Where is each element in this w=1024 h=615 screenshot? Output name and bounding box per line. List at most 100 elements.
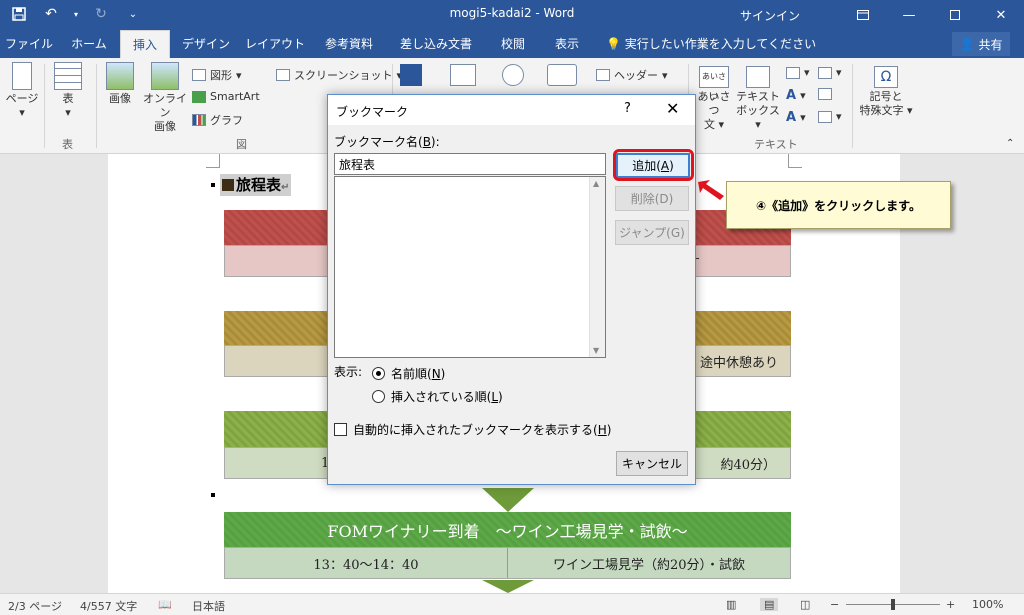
text-group-label: テキスト bbox=[754, 138, 798, 151]
object-icon bbox=[818, 110, 832, 123]
omega-icon: Ω bbox=[874, 66, 898, 88]
heading-square-icon bbox=[222, 179, 234, 191]
status-bar: 2/3 ページ 4/557 文字 📖 日本語 ▥ ▤ ◫ − + 100% bbox=[0, 593, 1024, 615]
tab-insert[interactable]: 挿入 bbox=[120, 30, 170, 58]
dropcap-button[interactable]: A ▾ bbox=[786, 110, 806, 125]
online-video-button[interactable] bbox=[448, 64, 478, 88]
word-count[interactable]: 4/557 文字 bbox=[80, 598, 137, 614]
delete-button[interactable]: 削除(D) bbox=[615, 186, 689, 211]
margin-mark-left bbox=[206, 154, 220, 168]
signature-button[interactable]: ▾ bbox=[818, 66, 842, 79]
ribbon-display-options-icon[interactable] bbox=[840, 0, 886, 30]
smartart-button[interactable]: SmartArt bbox=[192, 90, 260, 103]
radio-unselected-icon bbox=[372, 390, 385, 403]
tab-review[interactable]: 校閲 bbox=[492, 30, 534, 58]
smartart-icon bbox=[192, 90, 206, 103]
table-button[interactable]: 表 ▾ bbox=[50, 62, 86, 120]
band-4-title: FOMワイナリー到着 ～ワイン工場見学・試飲～ bbox=[224, 512, 791, 548]
tab-design[interactable]: デザイン bbox=[176, 30, 236, 58]
tell-me-box[interactable]: 💡 実行したい作業を入力してください bbox=[606, 30, 816, 58]
header-icon bbox=[596, 69, 610, 81]
maximize-icon[interactable] bbox=[932, 0, 978, 30]
illustrations-group-label: 図 bbox=[236, 138, 247, 151]
sort-by-name-label: 名前順(N) bbox=[391, 365, 445, 382]
print-layout-icon[interactable]: ▤ bbox=[760, 598, 779, 611]
table-group-label: 表 bbox=[62, 138, 73, 151]
symbols-label-1: 記号と bbox=[869, 90, 903, 103]
bookmark-list[interactable]: ▲ ▼ bbox=[334, 176, 606, 358]
sort-location-key: L bbox=[491, 390, 499, 404]
bookmark-name-label: ブックマーク名(B): bbox=[334, 133, 440, 150]
store-button[interactable] bbox=[398, 64, 424, 88]
language[interactable]: 日本語 bbox=[192, 598, 225, 614]
hidden-pre: 自動的に挿入されたブックマークを表示する( bbox=[353, 423, 598, 437]
scroll-up-icon[interactable]: ▲ bbox=[593, 179, 599, 188]
shapes-button[interactable]: 図形 ▾ bbox=[192, 67, 242, 83]
tab-layout[interactable]: レイアウト bbox=[244, 30, 306, 58]
sort-name-post: ) bbox=[440, 367, 446, 381]
textbox-label-2: ボックス bbox=[736, 104, 780, 117]
sort-by-location-label: 挿入されている順(L) bbox=[391, 388, 503, 405]
proofing-icon[interactable]: 📖 bbox=[158, 598, 172, 611]
tab-file[interactable]: ファイル bbox=[4, 30, 54, 58]
textbox-label-1: テキスト bbox=[736, 90, 780, 103]
signin-link[interactable]: サインイン bbox=[740, 7, 800, 24]
tab-home[interactable]: ホーム bbox=[62, 30, 116, 58]
web-layout-icon[interactable]: ◫ bbox=[800, 598, 810, 611]
tell-me-text: 実行したい作業を入力してください bbox=[624, 37, 817, 51]
link-button[interactable] bbox=[498, 64, 528, 88]
close-window-icon[interactable]: ✕ bbox=[978, 0, 1024, 30]
pages-button[interactable]: ページ ▾ bbox=[4, 62, 40, 120]
flow-arrow-1 bbox=[482, 488, 534, 512]
zoom-out-icon[interactable]: − bbox=[830, 598, 839, 611]
radio-selected-icon bbox=[372, 367, 385, 380]
datetime-button[interactable] bbox=[818, 88, 832, 100]
hidden-post: ) bbox=[606, 423, 612, 437]
sort-location-post: ) bbox=[498, 390, 503, 404]
tab-references[interactable]: 参考資料 bbox=[318, 30, 380, 58]
online-picture-button[interactable]: オンライン 画像 bbox=[140, 62, 190, 134]
help-icon[interactable]: ? bbox=[624, 101, 631, 116]
zoom-slider-thumb[interactable] bbox=[891, 599, 895, 610]
zoom-level[interactable]: 100% bbox=[972, 598, 1003, 611]
list-scrollbar[interactable]: ▲ ▼ bbox=[589, 177, 605, 357]
checkbox-icon bbox=[334, 423, 347, 436]
tab-mailings[interactable]: 差し込み文書 bbox=[394, 30, 478, 58]
sort-location-pre: 挿入されている順( bbox=[391, 390, 492, 404]
scroll-down-icon[interactable]: ▼ bbox=[593, 346, 599, 355]
picture-button[interactable]: 画像 bbox=[102, 62, 138, 106]
heading-text: 旅程表 bbox=[236, 176, 282, 194]
chart-button[interactable]: グラフ bbox=[192, 112, 243, 128]
jump-button[interactable]: ジャンプ(G) bbox=[615, 220, 689, 245]
symbols-button[interactable]: Ω 記号と 特殊文字 ▾ bbox=[856, 66, 916, 118]
quick-parts-button[interactable]: ▾ bbox=[786, 66, 810, 79]
chart-label: グラフ bbox=[210, 114, 243, 127]
header-button[interactable]: ヘッダー ▾ bbox=[596, 67, 668, 83]
comment-button[interactable] bbox=[544, 64, 580, 88]
lightbulb-icon: 💡 bbox=[606, 37, 621, 51]
textbox-button[interactable]: テキスト ボックス ▾ bbox=[736, 66, 780, 132]
read-mode-icon[interactable]: ▥ bbox=[726, 598, 736, 611]
tab-view[interactable]: 表示 bbox=[546, 30, 588, 58]
dropcap-icon: A bbox=[786, 110, 797, 125]
ribbon-tabs: ファイル ホーム 挿入 デザイン レイアウト 参考資料 差し込み文書 校閲 表示… bbox=[0, 30, 1024, 58]
sort-by-name-radio[interactable]: 名前順(N) bbox=[372, 365, 445, 382]
page-count[interactable]: 2/3 ページ bbox=[8, 598, 62, 614]
cancel-button[interactable]: キャンセル bbox=[616, 451, 688, 476]
sort-by-location-radio[interactable]: 挿入されている順(L) bbox=[372, 388, 503, 405]
wordart-button[interactable]: A ▾ bbox=[786, 88, 806, 103]
dialog-close-icon[interactable]: ✕ bbox=[666, 99, 679, 118]
zoom-in-icon[interactable]: + bbox=[946, 598, 955, 611]
screenshot-button[interactable]: スクリーンショット ▾ bbox=[276, 67, 402, 83]
minimize-icon[interactable]: — bbox=[886, 0, 932, 30]
greeting-icon: あいさつ bbox=[699, 66, 729, 101]
greeting-button[interactable]: あいさつ あいさつ 文 ▾ bbox=[694, 66, 734, 132]
share-button[interactable]: 👤 共有 bbox=[952, 32, 1010, 56]
instruction-callout: ④《追加》をクリックします。 bbox=[726, 181, 951, 229]
bookmark-name-input[interactable]: 旅程表 bbox=[334, 153, 606, 175]
sort-name-key: N bbox=[431, 367, 441, 381]
collapse-ribbon-icon[interactable]: ⌃ bbox=[1006, 138, 1014, 149]
margin-mark-right bbox=[788, 154, 802, 168]
hidden-bookmarks-checkbox[interactable]: 自動的に挿入されたブックマークを表示する(H) bbox=[334, 421, 611, 438]
object-button[interactable]: ▾ bbox=[818, 110, 842, 123]
